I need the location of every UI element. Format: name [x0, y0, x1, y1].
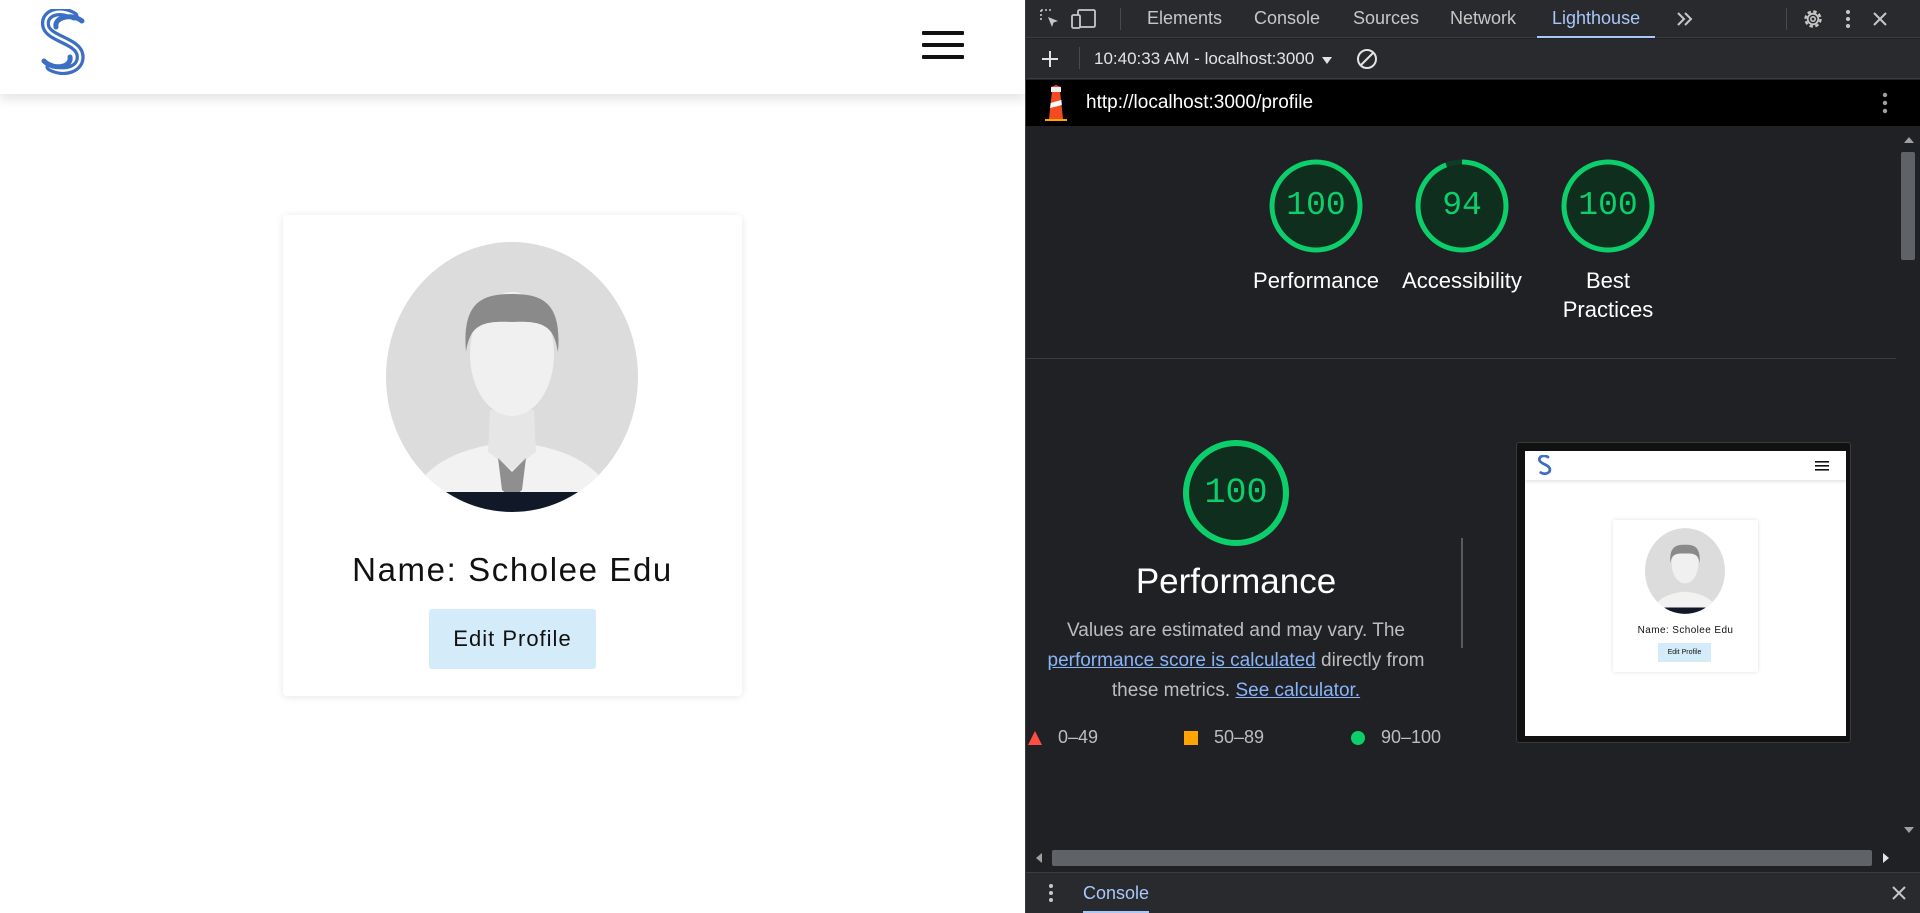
scroll-right-arrow-icon[interactable]	[1882, 852, 1890, 864]
score-label-line: Practices	[1562, 297, 1654, 322]
double-chevron-right-icon[interactable]	[1671, 5, 1699, 33]
score-label-line: Accessibility	[1402, 268, 1522, 293]
performance-title: Performance	[1135, 562, 1337, 601]
scroll-up-arrow-icon[interactable]	[1903, 136, 1915, 144]
report-select-value: 10:40:33 AM - localhost:3000	[1094, 49, 1315, 68]
report-select-dropdown[interactable]: 10:40:33 AM - localhost:3000	[1094, 39, 1333, 79]
report-url-link[interactable]: http://localhost:3000/profile	[1086, 80, 1313, 126]
performance-score-calculated-link[interactable]: performance score is calculated	[1048, 650, 1316, 671]
score-gauge-accessibility[interactable]: 94	[1412, 156, 1512, 256]
red-triangle-icon	[1028, 731, 1042, 746]
green-circle-icon	[1351, 731, 1365, 746]
clear-reports-block-icon[interactable]	[1353, 45, 1381, 73]
tab-network[interactable]: Network	[1450, 0, 1516, 38]
screenshot-page: Name: Scholee Edu Edit Profile	[1525, 451, 1846, 736]
devtools-tab-bar: Elements Console Sources Network Lightho…	[1026, 0, 1920, 38]
tab-lighthouse[interactable]: Lighthouse	[1537, 0, 1656, 38]
score-value: 100	[1286, 187, 1346, 224]
score-gauge-performance[interactable]: 100	[1266, 156, 1366, 256]
score-label-performance[interactable]: Performance	[1241, 266, 1391, 295]
devtools-drawer-bar: Console	[1026, 872, 1920, 913]
legend-range: 50–89	[1214, 727, 1265, 747]
drawer-tab-console[interactable]: Console	[1083, 873, 1150, 913]
score-value: 100	[1204, 473, 1268, 513]
scrollbar-thumb[interactable]	[1901, 152, 1915, 260]
scrollbar-thumb[interactable]	[1052, 850, 1872, 866]
vertical-divider	[1461, 538, 1463, 648]
default-user-avatar-icon	[386, 242, 638, 512]
lighthouse-url-bar: http://localhost:3000/profile	[1026, 80, 1920, 126]
screenshot-navbar	[1525, 451, 1846, 480]
toolbar-divider	[1120, 8, 1121, 30]
legend-average: 50–89	[1184, 726, 1264, 748]
new-report-plus-icon[interactable]	[1036, 45, 1064, 73]
score-gauge-best-practices[interactable]: 100	[1558, 156, 1658, 256]
scholee-s-logo-icon[interactable]	[38, 9, 90, 75]
description-text: Values are estimated and may vary. The	[1067, 620, 1405, 641]
tab-console[interactable]: Console	[1254, 0, 1320, 38]
tab-elements[interactable]: Elements	[1147, 0, 1222, 38]
inspect-element-icon[interactable]	[1036, 5, 1064, 33]
drawer-menu-vertical-icon[interactable]	[1048, 883, 1054, 903]
edit-profile-button[interactable]: Edit Profile	[429, 609, 596, 669]
close-drawer-icon[interactable]	[1891, 885, 1907, 901]
toolbar-divider	[1786, 8, 1787, 30]
web-page-viewport: Name: Scholee Edu Edit Profile	[0, 0, 1025, 913]
site-navbar	[0, 0, 1025, 94]
section-divider	[1026, 358, 1896, 359]
score-label-best-practices[interactable]: Best Practices	[1533, 266, 1683, 324]
scroll-down-arrow-icon[interactable]	[1903, 826, 1915, 834]
default-user-avatar-icon	[1645, 528, 1725, 614]
performance-category-gauge: 100	[1181, 438, 1291, 548]
legend-range: 90–100	[1381, 727, 1442, 747]
screenshot-edit-button: Edit Profile	[1658, 643, 1711, 662]
devtools-panel: Elements Console Sources Network Lightho…	[1025, 0, 1920, 913]
dropdown-caret-icon	[1321, 56, 1332, 64]
score-label-line: Best	[1585, 268, 1631, 293]
report-horizontal-scrollbar[interactable]	[1026, 844, 1920, 872]
toolbar-divider	[1079, 47, 1080, 69]
more-options-vertical-icon[interactable]	[1834, 5, 1862, 33]
legend-range: 0–49	[1058, 727, 1099, 747]
lighthouse-logo-icon	[1045, 85, 1067, 121]
tab-sources[interactable]: Sources	[1353, 0, 1419, 38]
orange-square-icon	[1184, 731, 1198, 746]
profile-card: Name: Scholee Edu Edit Profile	[283, 215, 742, 696]
legend-fail: 0–49	[1028, 726, 1098, 748]
close-devtools-icon[interactable]	[1866, 5, 1894, 33]
settings-gear-icon[interactable]	[1799, 5, 1827, 33]
scroll-left-arrow-icon[interactable]	[1035, 852, 1043, 864]
final-screenshot-thumbnail[interactable]: Name: Scholee Edu Edit Profile	[1516, 442, 1851, 743]
score-label-accessibility[interactable]: Accessibility	[1387, 266, 1537, 295]
score-value: 94	[1442, 187, 1482, 224]
screenshot-profile-card: Name: Scholee Edu Edit Profile	[1613, 520, 1758, 672]
score-value: 100	[1578, 187, 1638, 224]
scholee-s-logo-icon	[1538, 455, 1552, 475]
score-label-line: Performance	[1253, 268, 1379, 293]
hamburger-menu-icon	[1815, 461, 1829, 471]
lighthouse-report: 100 Performance 94 Accessibility 100 Bes…	[1026, 126, 1896, 844]
device-toolbar-icon[interactable]	[1070, 5, 1098, 33]
hamburger-menu-icon[interactable]	[922, 31, 966, 61]
screenshot-profile-name: Name: Scholee Edu	[1637, 625, 1734, 636]
legend-pass: 90–100	[1351, 726, 1441, 748]
see-calculator-link[interactable]: See calculator.	[1235, 680, 1360, 701]
report-vertical-scrollbar[interactable]	[1896, 126, 1920, 844]
lighthouse-toolbar: 10:40:33 AM - localhost:3000	[1026, 39, 1920, 79]
profile-name: Name: Scholee Edu	[352, 551, 673, 588]
report-options-vertical-icon[interactable]	[1882, 92, 1888, 114]
performance-description: Values are estimated and may vary. The p…	[1026, 616, 1446, 706]
